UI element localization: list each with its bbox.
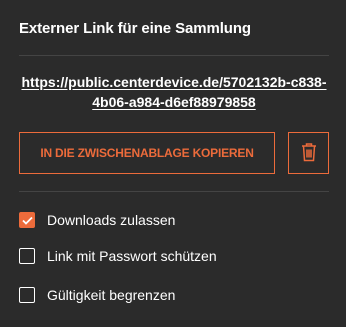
delete-link-button[interactable] <box>288 132 329 174</box>
public-link[interactable]: https://public.centerdevice.de/5702132b-… <box>19 72 329 112</box>
password-checkbox[interactable] <box>19 248 35 264</box>
external-link-panel: Externer Link für eine Sammlung https://… <box>0 0 346 327</box>
trash-icon <box>301 142 317 165</box>
option-limit-validity[interactable]: Gültigkeit begrenzen <box>19 286 175 304</box>
password-label: Link mit Passwort schützen <box>47 248 217 264</box>
panel-title: Externer Link für eine Sammlung <box>19 20 251 37</box>
copy-to-clipboard-button[interactable]: IN DIE ZWISCHENABLAGE KOPIEREN <box>19 132 275 174</box>
option-password-protect[interactable]: Link mit Passwort schützen <box>19 247 217 265</box>
divider-top <box>19 55 329 56</box>
downloads-label: Downloads zulassen <box>47 212 176 228</box>
validity-label: Gültigkeit begrenzen <box>47 287 176 303</box>
downloads-checkbox[interactable] <box>19 212 35 228</box>
option-allow-downloads[interactable]: Downloads zulassen <box>19 211 175 229</box>
divider-bottom <box>19 191 329 192</box>
validity-checkbox[interactable] <box>19 287 35 303</box>
